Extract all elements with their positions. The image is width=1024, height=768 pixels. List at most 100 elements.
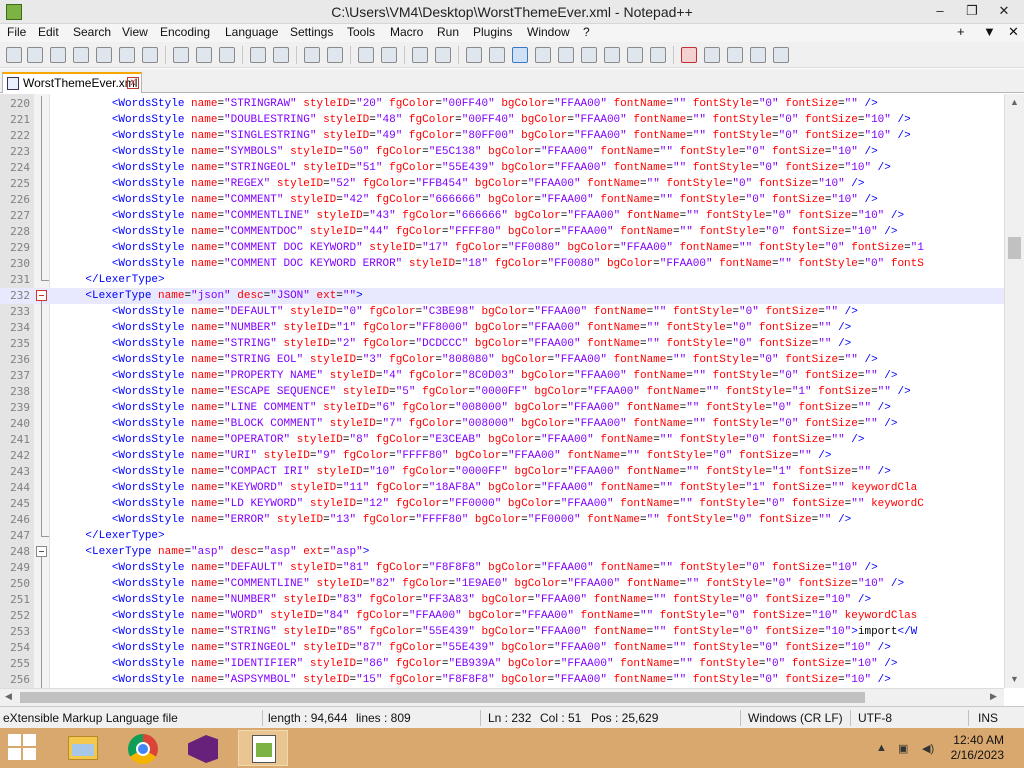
vertical-scrollbar[interactable]: ▲ ▼ — [1004, 94, 1024, 688]
menu-help[interactable]: ? — [583, 25, 590, 39]
close-window-button[interactable]: ✕ — [988, 0, 1020, 24]
code-line[interactable]: 245 <WordsStyle name = "LD KEYWORD" styleI… — [0, 496, 1004, 512]
cut-icon[interactable] — [173, 47, 189, 63]
code-line[interactable]: 250 <WordsStyle name = "COMMENTLINE" style… — [0, 576, 1004, 592]
record-macro-icon[interactable] — [681, 47, 697, 63]
code-line[interactable]: 239 <WordsStyle name = "LINE COMMENT" styl… — [0, 400, 1004, 416]
code-line[interactable]: 221 <WordsStyle name = "DOUBLESTRING" styl… — [0, 112, 1004, 128]
code-line[interactable]: 244 <WordsStyle name="KEYWORD" styleID="… — [0, 480, 1004, 496]
code-line[interactable]: 231 </LexerType> — [0, 272, 1004, 288]
windows-start-icon[interactable] — [8, 734, 38, 762]
code-line[interactable]: 232 <LexerType name="json" desc="JSON" e… — [0, 288, 1004, 304]
fold-toggle-icon[interactable] — [36, 290, 47, 301]
code-line[interactable]: 253 <WordsStyle name="STRING" styleID="8… — [0, 624, 1004, 640]
code-line[interactable]: 222 <WordsStyle name = "SINGLESTRING" styl… — [0, 128, 1004, 144]
code-line[interactable]: 233 <WordsStyle name="DEFAULT" styleID="… — [0, 304, 1004, 320]
code-line[interactable]: 248 <LexerType name="asp" desc="asp" ext… — [0, 544, 1004, 560]
menu-file[interactable]: File — [7, 25, 26, 39]
code-line[interactable]: 238 <WordsStyle name = "ESCAPE SEQUENCE" s… — [0, 384, 1004, 400]
menu-encoding[interactable]: Encoding — [160, 25, 210, 39]
undo-icon[interactable] — [250, 47, 266, 63]
notepad-plus-plus-taskbar-icon[interactable] — [238, 730, 288, 766]
show-all-chars-icon[interactable] — [489, 47, 505, 63]
minimize-button[interactable]: – — [924, 0, 956, 24]
show-hidden-icons-icon[interactable]: ▲ — [876, 742, 887, 754]
print-icon[interactable] — [142, 47, 158, 63]
user-defined-language-icon[interactable] — [535, 47, 551, 63]
code-line[interactable]: 251 <WordsStyle name="NUMBER" styleID="8… — [0, 592, 1004, 608]
replace-icon[interactable] — [327, 47, 343, 63]
run-multiple-icon[interactable] — [750, 47, 766, 63]
new-tab-icon[interactable]: + — [957, 24, 965, 39]
restore-button[interactable]: ❐ — [956, 0, 988, 24]
scroll-right-icon[interactable]: ▶ — [990, 691, 997, 702]
code-line[interactable]: 241 <WordsStyle name = "OPERATOR" styleID =… — [0, 432, 1004, 448]
menu-window[interactable]: Window — [527, 25, 570, 39]
code-line[interactable]: 237 <WordsStyle name = "PROPERTY NAME" sty… — [0, 368, 1004, 384]
code-line[interactable]: 252 <WordsStyle name = "WORD" styleID = "84"… — [0, 608, 1004, 624]
vertical-scroll-thumb[interactable] — [1008, 237, 1021, 259]
code-line[interactable]: 230 <WordsStyle name = "COMMENT DOC KEYWOR… — [0, 256, 1004, 272]
eye-icon[interactable] — [650, 47, 666, 63]
folder-as-workspace-icon[interactable] — [604, 47, 620, 63]
code-line[interactable]: 255 <WordsStyle name = "IDENTIFIER" styleI… — [0, 656, 1004, 672]
code-line[interactable]: 235 <WordsStyle name = "STRING" styleID = "2… — [0, 336, 1004, 352]
document-map-icon[interactable] — [558, 47, 574, 63]
close-icon[interactable] — [96, 47, 112, 63]
menu-view[interactable]: View — [122, 25, 148, 39]
code-line[interactable]: 226 <WordsStyle name="COMMENT" styleID="… — [0, 192, 1004, 208]
volume-icon[interactable]: ◀) — [922, 742, 934, 755]
code-line[interactable]: 240 <WordsStyle name = "BLOCK COMMENT" sty… — [0, 416, 1004, 432]
save-macro-icon[interactable] — [773, 47, 789, 63]
visual-studio-icon[interactable] — [178, 730, 228, 766]
tab-worstthemeever[interactable]: WorstThemeEver.xml x — [2, 72, 142, 93]
horizontal-scroll-thumb[interactable] — [20, 692, 865, 703]
code-line[interactable]: 225 <WordsStyle name="REGEX" styleID="52… — [0, 176, 1004, 192]
function-list-icon[interactable] — [581, 47, 597, 63]
code-line[interactable]: 229 <WordsStyle name = "COMMENT DOC KEYWOR… — [0, 240, 1004, 256]
menu-tools[interactable]: Tools — [347, 25, 375, 39]
tab-list-icon[interactable]: ▼ — [983, 24, 996, 39]
sync-vertical-icon[interactable] — [412, 47, 428, 63]
menu-plugins[interactable]: Plugins — [473, 25, 512, 39]
fold-toggle-icon[interactable] — [36, 546, 47, 557]
indent-guide-icon[interactable] — [512, 47, 528, 63]
stop-record-icon[interactable] — [704, 47, 720, 63]
menu-macro[interactable]: Macro — [390, 25, 423, 39]
menu-language[interactable]: Language — [225, 25, 278, 39]
code-line[interactable]: 254 <WordsStyle name = "STRINGEOL" styleID… — [0, 640, 1004, 656]
scroll-down-icon[interactable]: ▼ — [1010, 674, 1019, 684]
code-line[interactable]: 228 <WordsStyle name = "COMMENTDOC" styleI… — [0, 224, 1004, 240]
sync-horizontal-icon[interactable] — [435, 47, 451, 63]
playback-icon[interactable] — [727, 47, 743, 63]
code-line[interactable]: 256 <WordsStyle name = "ASPSYMBOL" styleID… — [0, 672, 1004, 688]
clock[interactable]: 12:40 AM 2/16/2023 — [934, 733, 1004, 763]
scroll-left-icon[interactable]: ◀ — [5, 691, 12, 702]
redo-icon[interactable] — [273, 47, 289, 63]
code-line[interactable]: 243 <WordsStyle name = "COMPACT IRI" style… — [0, 464, 1004, 480]
zoom-out-icon[interactable] — [381, 47, 397, 63]
scroll-up-icon[interactable]: ▲ — [1010, 97, 1019, 107]
horizontal-scrollbar[interactable]: ◀ ▶ — [0, 688, 1004, 706]
copy-icon[interactable] — [196, 47, 212, 63]
word-wrap-icon[interactable] — [466, 47, 482, 63]
open-file-icon[interactable] — [27, 47, 43, 63]
menu-run[interactable]: Run — [437, 25, 459, 39]
code-line[interactable]: 236 <WordsStyle name = "STRING EOL" styleI… — [0, 352, 1004, 368]
menu-search[interactable]: Search — [73, 25, 111, 39]
save-all-icon[interactable] — [73, 47, 89, 63]
code-line[interactable]: 247 </LexerType> — [0, 528, 1004, 544]
menu-settings[interactable]: Settings — [290, 25, 333, 39]
chrome-icon[interactable] — [118, 730, 168, 766]
code-line[interactable]: 223 <WordsStyle name="SYMBOLS" styleID="… — [0, 144, 1004, 160]
code-editor[interactable]: 220 <WordsStyle name = "STRINGRAW" styleID… — [0, 94, 1024, 688]
code-line[interactable]: 227 <WordsStyle name = "COMMENTLINE" style… — [0, 208, 1004, 224]
save-icon[interactable] — [50, 47, 66, 63]
code-line[interactable]: 242 <WordsStyle name = "URI" styleID = "9" f… — [0, 448, 1004, 464]
new-file-icon[interactable] — [6, 47, 22, 63]
tab-close-icon[interactable]: x — [127, 77, 139, 89]
code-line[interactable]: 234 <WordsStyle name = "NUMBER" styleID = "1… — [0, 320, 1004, 336]
code-line[interactable]: 220 <WordsStyle name = "STRINGRAW" styleID… — [0, 96, 1004, 112]
zoom-in-icon[interactable] — [358, 47, 374, 63]
close-tab-icon[interactable]: ✕ — [1008, 24, 1019, 40]
